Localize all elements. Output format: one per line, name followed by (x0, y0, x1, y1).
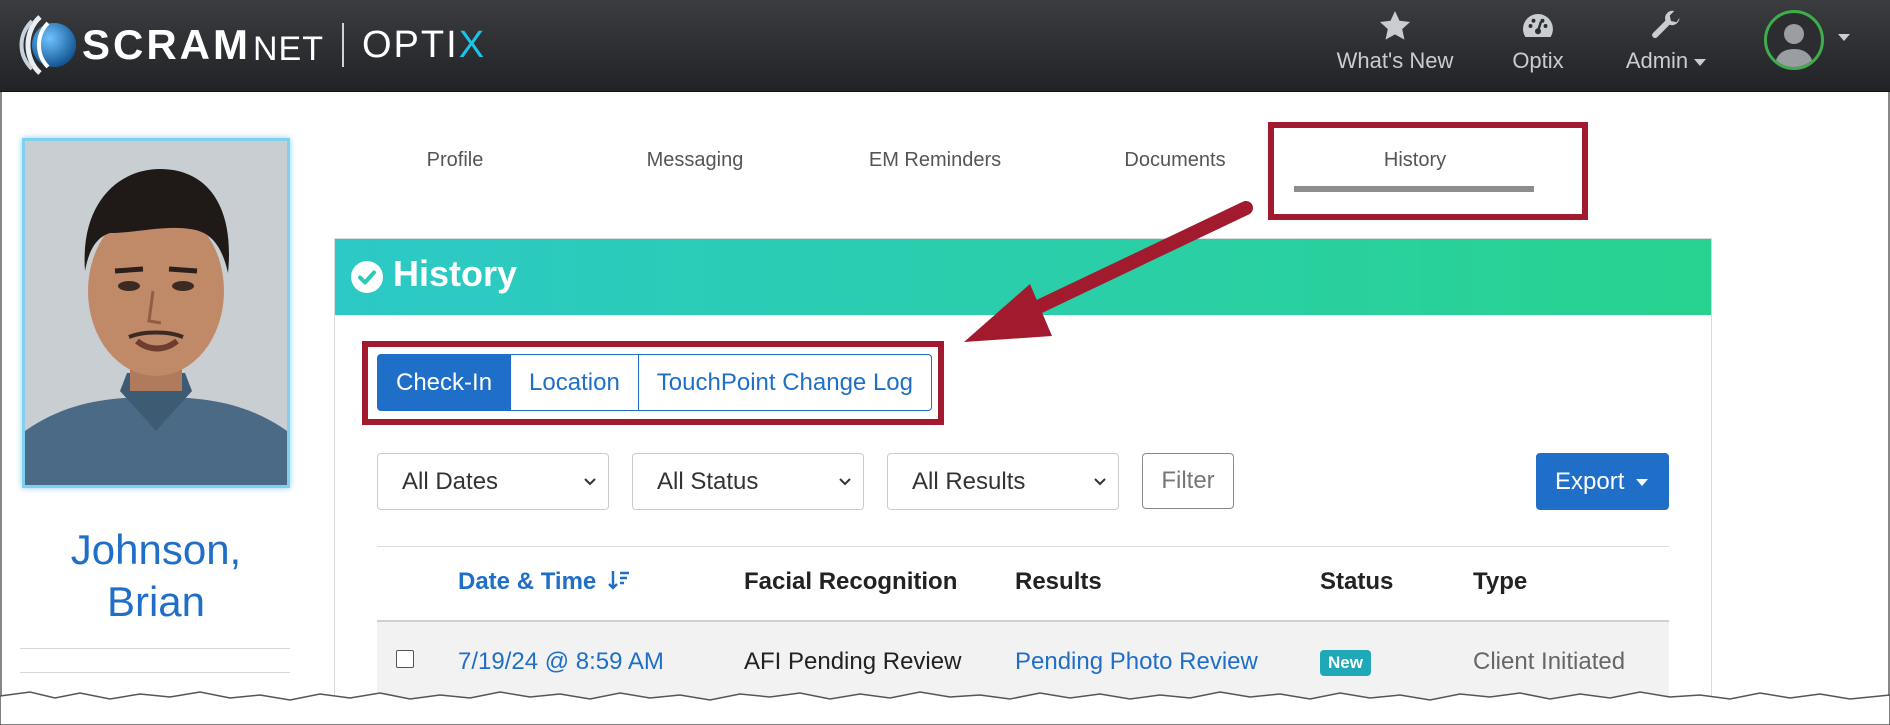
row-results-link[interactable]: Pending Photo Review (1015, 648, 1258, 676)
column-header-status: Status (1320, 568, 1394, 595)
client-last-name: Johnson, (70, 526, 242, 573)
tab-em-reminders[interactable]: EM Reminders (815, 138, 1055, 182)
chevron-down-icon (584, 478, 596, 486)
row-select-checkbox[interactable] (396, 650, 414, 668)
column-header-type: Type (1473, 568, 1528, 595)
check-circle-icon (351, 261, 383, 293)
nav-admin-text: Admin (1625, 48, 1689, 73)
nav-admin-label: Admin (1616, 48, 1716, 74)
client-name: Johnson, Brian (22, 524, 290, 628)
star-icon (1380, 11, 1410, 40)
user-menu-button[interactable] (1764, 10, 1824, 70)
gauge-icon (1523, 14, 1553, 37)
history-card-header: History (335, 239, 1711, 315)
user-avatar-icon (1775, 24, 1813, 67)
logo-net-text: NET (253, 29, 324, 68)
export-button[interactable]: Export (1536, 453, 1669, 510)
client-first-name: Brian (106, 578, 206, 625)
nav-optix[interactable]: Optix (1500, 8, 1576, 80)
tab-documents[interactable]: Documents (1055, 138, 1295, 182)
logo-divider (342, 23, 344, 67)
scram-logo-mark-icon (19, 15, 76, 75)
results-select-value: All Results (912, 468, 1026, 495)
row-facial-recognition: AFI Pending Review (744, 648, 962, 675)
row-date-time-link[interactable]: 7/19/24 @ 8:59 AM (458, 648, 664, 676)
dates-select-value: All Dates (402, 468, 499, 495)
chevron-down-icon (1636, 479, 1649, 487)
torn-edge (0, 691, 1890, 725)
export-button-label: Export (1555, 468, 1625, 495)
card-title: History (393, 253, 518, 294)
table-row: 7/19/24 @ 8:59 AM AFI Pending Review Pen… (377, 620, 1669, 700)
sidebar-divider (20, 672, 290, 673)
nav-whats-new[interactable]: What's New (1330, 8, 1460, 80)
dates-select[interactable]: All Dates (377, 453, 609, 510)
nav-optix-label: Optix (1512, 48, 1564, 73)
sort-descending-icon (608, 571, 629, 590)
user-menu-caret-icon[interactable] (1838, 34, 1850, 41)
nav-whats-new-label: What's New (1336, 48, 1454, 73)
tab-messaging[interactable]: Messaging (575, 138, 815, 182)
history-tab-highlight-box (1268, 122, 1588, 220)
segment-highlight-box (362, 341, 944, 425)
logo-optix-prefix: OPTI (362, 23, 459, 66)
status-select-value: All Status (657, 468, 759, 495)
row-type: Client Initiated (1473, 648, 1626, 675)
filter-button[interactable]: Filter (1142, 453, 1234, 509)
top-navbar: SCRAM NET OPTIX What's New Optix Admin (0, 0, 1890, 92)
client-photo (22, 138, 290, 488)
checkmark-glyph (358, 270, 376, 285)
logo-optix-x: X (458, 23, 487, 66)
nav-admin[interactable]: Admin (1616, 8, 1716, 80)
logo-optix-text: OPTIX (362, 24, 486, 67)
logo-scram-text: SCRAM (82, 21, 251, 68)
column-header-results: Results (1015, 568, 1102, 595)
chevron-down-icon (839, 478, 851, 486)
tab-profile[interactable]: Profile (335, 138, 575, 182)
table-top-rule (377, 546, 1669, 547)
status-badge: New (1320, 650, 1371, 676)
column-header-facial-recognition: Facial Recognition (744, 568, 958, 595)
results-select[interactable]: All Results (887, 453, 1119, 510)
client-portrait-image (25, 141, 287, 485)
column-header-date-time-label: Date & Time (458, 568, 597, 595)
scramnet-optix-logo[interactable]: SCRAM NET OPTIX (18, 10, 486, 80)
status-select[interactable]: All Status (632, 453, 864, 510)
chevron-down-icon (1694, 58, 1707, 66)
column-header-date-time[interactable]: Date & Time (458, 568, 631, 596)
logo-wordmark: SCRAM NET OPTIX (82, 21, 486, 69)
wrench-icon (1652, 10, 1680, 38)
chevron-down-icon (1094, 478, 1106, 486)
sidebar-divider (20, 648, 290, 649)
